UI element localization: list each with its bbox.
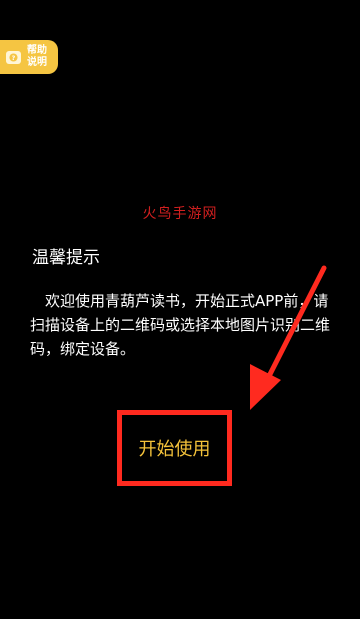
help-label: 帮助说明	[27, 45, 47, 68]
svg-text:?: ?	[12, 54, 16, 61]
highlight-frame: 开始使用	[117, 410, 232, 486]
help-button[interactable]: ? 帮助说明	[0, 40, 58, 74]
tip-title: 温馨提示	[32, 248, 100, 268]
start-button[interactable]: 开始使用	[139, 435, 211, 461]
tip-body: 欢迎使用青葫芦读书，开始正式APP前，请扫描设备上的二维码或选择本地图片识别二维…	[30, 292, 331, 358]
watermark-text: 火鸟手游网	[142, 206, 218, 222]
question-icon: ?	[6, 50, 21, 64]
